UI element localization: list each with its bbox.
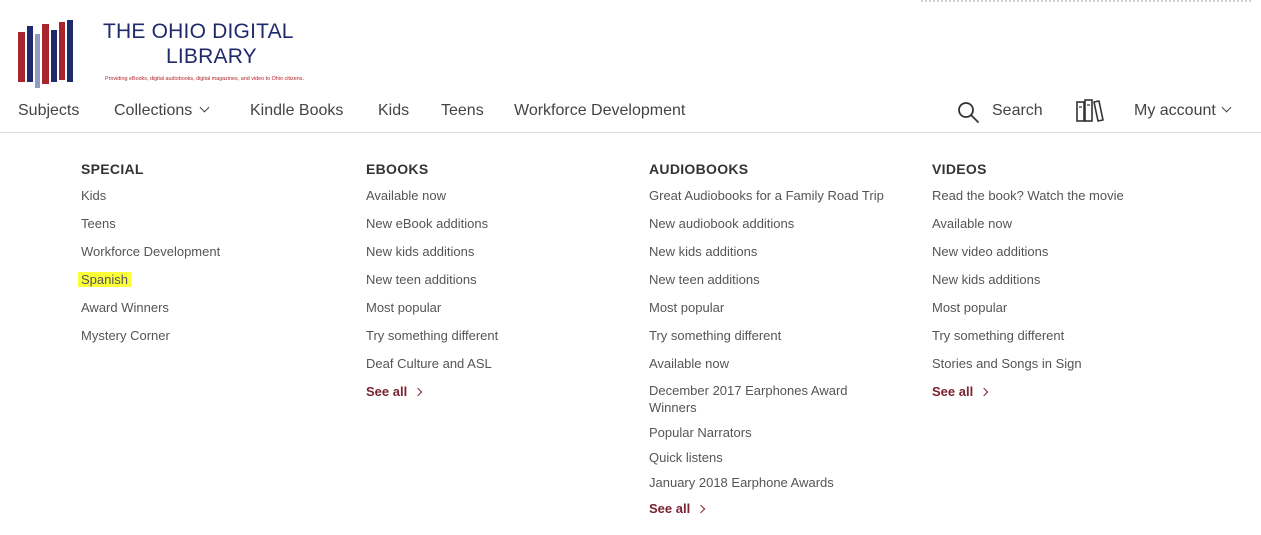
menu-column-special: SPECIAL Kids Teens Workforce Development…: [78, 160, 351, 350]
menu-link[interactable]: Most popular: [649, 294, 919, 322]
menu-link[interactable]: Try something different: [932, 322, 1202, 350]
nav-kindle-books[interactable]: Kindle Books: [250, 102, 343, 120]
bookshelf-icon[interactable]: [1075, 98, 1105, 124]
menu-link[interactable]: New kids additions: [366, 238, 636, 266]
menu-link[interactable]: Stories and Songs in Sign: [932, 350, 1202, 378]
menu-link[interactable]: New teen additions: [649, 266, 919, 294]
menu-link[interactable]: Try something different: [366, 322, 636, 350]
special-list: Kids Teens Workforce Development Spanish…: [78, 182, 351, 350]
nav-collections-label: Collections: [114, 102, 193, 119]
videos-list: Read the book? Watch the movie Available…: [932, 182, 1202, 378]
page: THE OHIO DIGITAL LIBRARY Providing eBook…: [0, 0, 1261, 535]
column-heading: VIDEOS: [932, 161, 987, 177]
menu-link[interactable]: Quick listens: [649, 445, 919, 470]
site-logo[interactable]: THE OHIO DIGITAL LIBRARY Providing eBook…: [18, 14, 318, 94]
menu-link[interactable]: January 2018 Earphone Awards: [649, 470, 919, 495]
see-all-link[interactable]: See all: [649, 495, 919, 517]
audiobooks-list: Great Audiobooks for a Family Road Trip …: [649, 182, 919, 495]
menu-link[interactable]: Popular Narrators: [649, 420, 919, 445]
menu-link[interactable]: Great Audiobooks for a Family Road Trip: [649, 182, 919, 210]
see-all-label: See all: [366, 384, 408, 399]
menu-link-spanish[interactable]: Spanish: [78, 266, 351, 294]
menu-link[interactable]: Available now: [366, 182, 636, 210]
menu-link[interactable]: Deaf Culture and ASL: [366, 350, 636, 378]
chevron-down-icon: [199, 102, 210, 113]
logo-tagline: Providing eBooks, digital audiobooks, di…: [105, 76, 304, 82]
menu-column-ebooks: EBOOKS Available now New eBook additions…: [366, 160, 636, 400]
nav-subjects[interactable]: Subjects: [18, 102, 79, 120]
menu-link[interactable]: New teen additions: [366, 266, 636, 294]
my-account-label: My account: [1134, 102, 1216, 119]
nav-kids[interactable]: Kids: [378, 102, 409, 120]
menu-link[interactable]: Mystery Corner: [81, 322, 351, 350]
library-books-logo-icon: [18, 20, 73, 88]
menu-link[interactable]: New kids additions: [932, 266, 1202, 294]
chevron-right-icon: [413, 387, 423, 397]
menu-link[interactable]: Kids: [81, 182, 351, 210]
column-heading: AUDIOBOOKS: [649, 161, 749, 177]
search-icon: [958, 102, 979, 123]
menu-link[interactable]: Available now: [649, 350, 919, 378]
menu-column-audiobooks: AUDIOBOOKS Great Audiobooks for a Family…: [649, 160, 919, 517]
menu-link[interactable]: Read the book? Watch the movie: [932, 182, 1202, 210]
nav-teens[interactable]: Teens: [441, 102, 484, 120]
menu-link[interactable]: Available now: [932, 210, 1202, 238]
see-all-link[interactable]: See all: [932, 378, 1202, 400]
search-label: Search: [992, 102, 1043, 119]
menu-column-videos: VIDEOS Read the book? Watch the movie Av…: [932, 160, 1202, 400]
menu-link[interactable]: Award Winners: [81, 294, 351, 322]
chevron-right-icon: [979, 387, 989, 397]
chevron-right-icon: [696, 504, 706, 514]
menu-link[interactable]: New eBook additions: [366, 210, 636, 238]
menu-link[interactable]: December 2017 Earphones Award Winners: [649, 378, 879, 420]
nav-collections[interactable]: Collections: [114, 102, 210, 120]
ebooks-list: Available now New eBook additions New ki…: [366, 182, 636, 378]
top-strip-divider: [921, 0, 1251, 10]
menu-link[interactable]: New video additions: [932, 238, 1202, 266]
highlighted-text: Spanish: [78, 272, 131, 287]
menu-link[interactable]: Teens: [81, 210, 351, 238]
column-heading: EBOOKS: [366, 161, 429, 177]
menu-link[interactable]: Try something different: [649, 322, 919, 350]
my-account-menu[interactable]: My account: [1134, 102, 1232, 120]
see-all-label: See all: [649, 501, 691, 516]
chevron-down-icon: [1221, 102, 1232, 113]
menu-link[interactable]: New kids additions: [649, 238, 919, 266]
column-heading: SPECIAL: [81, 161, 144, 177]
see-all-link[interactable]: See all: [366, 378, 636, 400]
logo-title-line1: THE OHIO DIGITAL: [103, 20, 294, 43]
menu-link[interactable]: New audiobook additions: [649, 210, 919, 238]
nav-workforce-development[interactable]: Workforce Development: [514, 102, 685, 120]
main-nav: Subjects Collections Kindle Books Kids T…: [0, 96, 1261, 133]
menu-link[interactable]: Most popular: [366, 294, 636, 322]
menu-link[interactable]: Most popular: [932, 294, 1202, 322]
see-all-label: See all: [932, 384, 974, 399]
logo-title-line2: LIBRARY: [166, 45, 257, 68]
menu-link[interactable]: Workforce Development: [81, 238, 351, 266]
